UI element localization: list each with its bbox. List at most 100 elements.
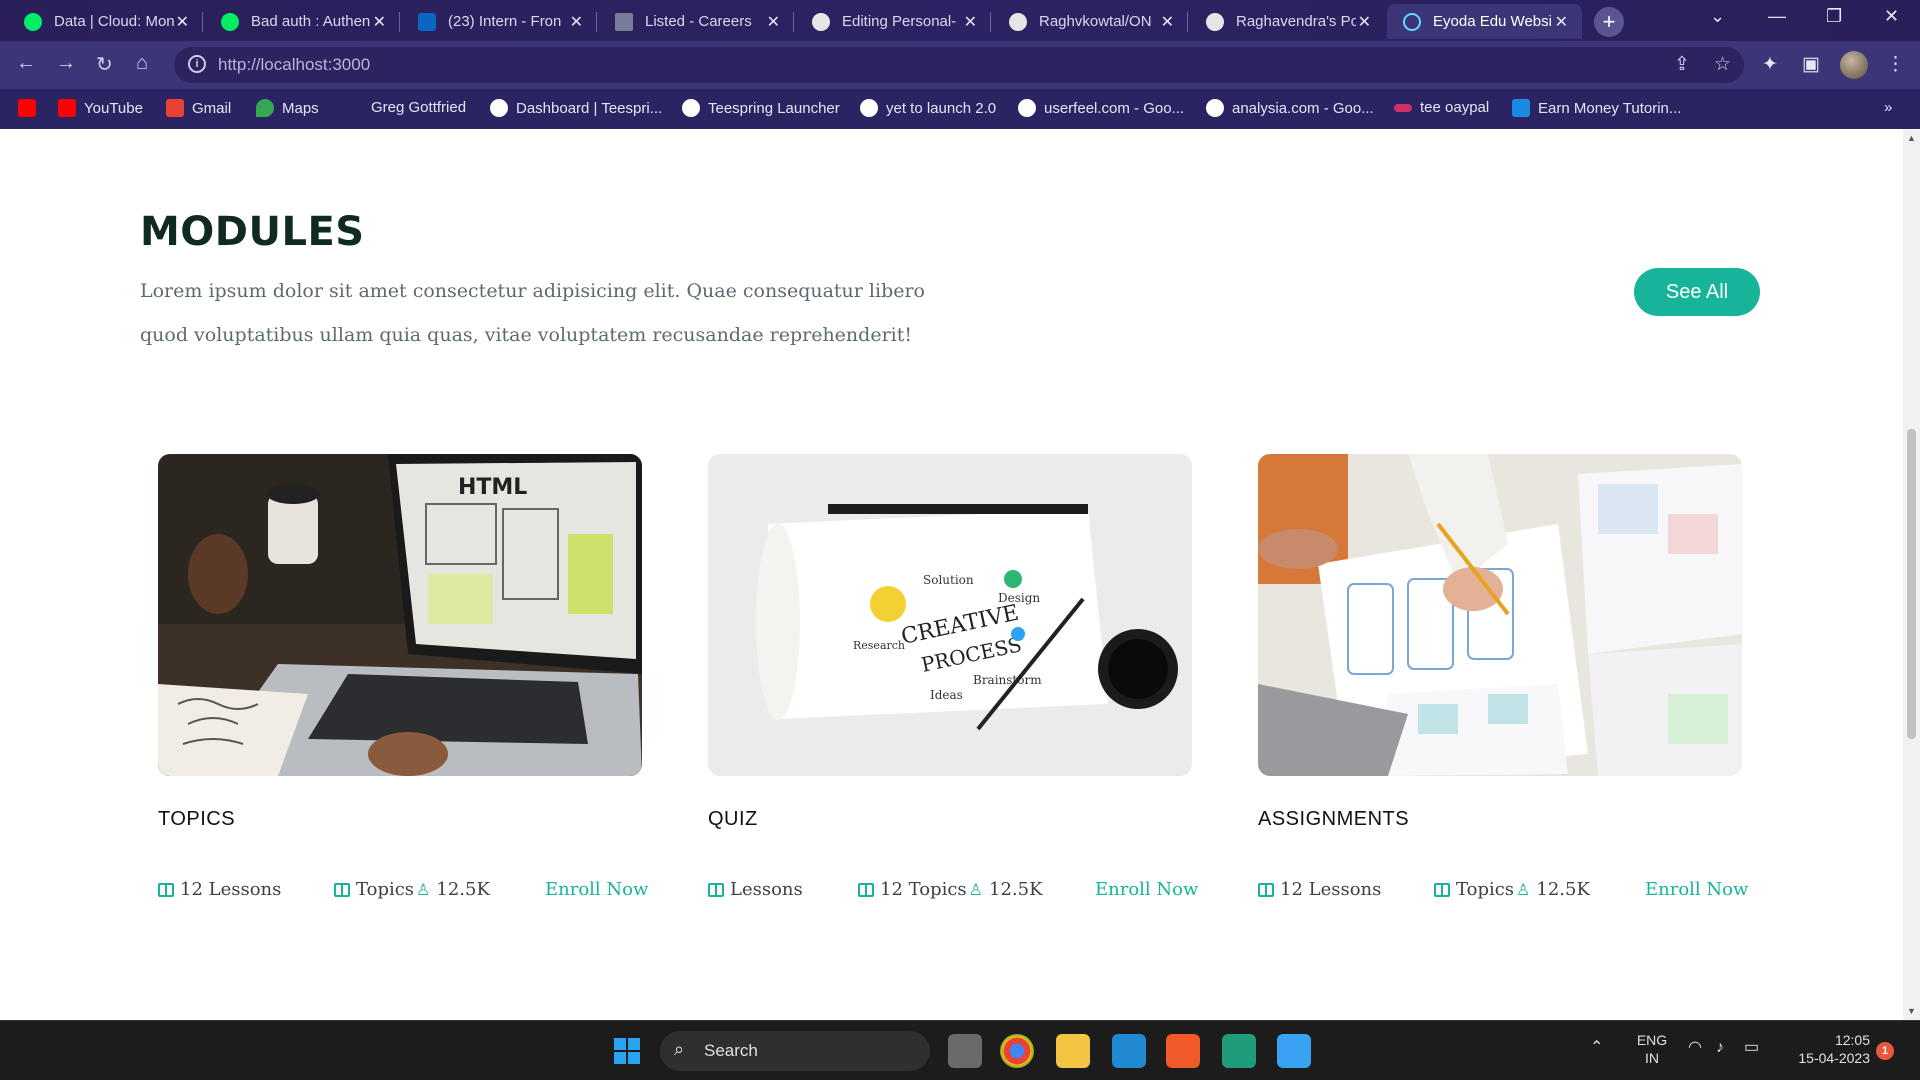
scroll-up-icon[interactable]: ▲: [1907, 133, 1916, 143]
windows-start-icon[interactable]: [614, 1038, 640, 1064]
taskbar-search[interactable]: ⌕ Search: [660, 1031, 930, 1071]
tab-search-icon[interactable]: ⌄: [1710, 6, 1725, 27]
card-title: QUIZ: [708, 808, 758, 830]
enroll-now-link[interactable]: Enroll Now: [1645, 879, 1748, 900]
clock[interactable]: 12:05 15-04-2023: [1780, 1031, 1870, 1067]
book-icon: [1258, 882, 1274, 897]
module-card-topics[interactable]: HTML TOPICS 12 Lessons Topics ♙ 12.5K Enro…: [158, 454, 648, 900]
close-tab-icon[interactable]: ✕: [964, 12, 977, 32]
forward-icon[interactable]: →: [56, 52, 76, 75]
tab-mongodb-auth[interactable]: Bad auth : Authen ✕: [205, 4, 400, 39]
file-explorer-icon[interactable]: [1056, 1034, 1090, 1068]
page-scrollbar[interactable]: ▲ ▼: [1903, 129, 1920, 1020]
extensions-icon[interactable]: ✦: [1762, 53, 1778, 76]
topics-count: 12 Topics ♙ 12.5K: [858, 879, 1043, 900]
tab-github-editing[interactable]: Editing Personal- ✕: [796, 4, 991, 39]
close-tab-icon[interactable]: ✕: [1358, 12, 1371, 32]
bookmark-youtube-shortcut[interactable]: [18, 99, 44, 117]
close-tab-icon[interactable]: ✕: [570, 12, 583, 32]
enroll-now-link[interactable]: Enroll Now: [1095, 879, 1198, 900]
close-tab-icon[interactable]: ✕: [1555, 12, 1568, 32]
bookmark-teespring-launcher[interactable]: Teespring Launcher: [682, 99, 840, 117]
close-tab-icon[interactable]: ✕: [767, 12, 780, 32]
photos-icon[interactable]: [1277, 1034, 1311, 1068]
windows-taskbar: ⌕ Search ⌃ ENG IN ◠ ♪ ▭ 12:05 15-04-2023…: [0, 1020, 1920, 1080]
task-view-icon[interactable]: [948, 1034, 982, 1068]
svg-text:Solution: Solution: [923, 573, 974, 587]
tab-portfolio[interactable]: Raghavendra's Po ✕: [1190, 4, 1385, 39]
lessons-count: 12 Lessons: [158, 879, 281, 900]
tee-icon: [1394, 103, 1412, 112]
omnibox[interactable]: i http://localhost:3000 ⇪ ☆: [174, 47, 1744, 83]
skillshare-icon: [1512, 99, 1530, 117]
user-icon: ♙: [968, 880, 984, 899]
chatgpt-icon[interactable]: [1222, 1034, 1256, 1068]
side-panel-icon[interactable]: ▣: [1802, 53, 1820, 76]
tab-github-repo[interactable]: Raghvkowtal/ON ✕: [993, 4, 1188, 39]
bookmark-yet-to-launch[interactable]: yet to launch 2.0: [860, 99, 996, 117]
minimize-icon[interactable]: —: [1768, 6, 1786, 27]
book-icon: [334, 882, 350, 897]
url-text[interactable]: http://localhost:3000: [218, 55, 370, 75]
module-card-assignments[interactable]: ASSIGNMENTS 12 Lessons Topics ♙ 12.5K Enro…: [1258, 454, 1748, 900]
github-icon: [1009, 12, 1027, 31]
youtube-icon: [18, 99, 36, 117]
lessons-count: 12 Lessons: [1258, 879, 1381, 900]
see-all-button[interactable]: See All: [1634, 268, 1760, 316]
bookmark-userfeel[interactable]: userfeel.com - Goo...: [1018, 99, 1184, 117]
bookmark-gmail[interactable]: Gmail: [166, 99, 231, 117]
bookmark-analysia[interactable]: analysia.com - Goo...: [1206, 99, 1374, 117]
tab-eyoda-edu[interactable]: Eyoda Edu Websi ✕: [1387, 4, 1582, 39]
close-tab-icon[interactable]: ✕: [1161, 12, 1174, 32]
show-hidden-icons-chevron-icon[interactable]: ⌃: [1590, 1039, 1603, 1057]
bookmark-teespring-dashboard[interactable]: Dashboard | Teespri...: [490, 99, 662, 117]
tab-mongodb-data[interactable]: Data | Cloud: Mon ✕: [8, 4, 203, 39]
home-icon[interactable]: ⌂: [136, 52, 148, 75]
card-title: TOPICS: [158, 808, 236, 830]
teespring-icon: [490, 99, 508, 117]
svg-text:Design: Design: [998, 591, 1040, 605]
bookmark-greg-gottfried[interactable]: Greg Gottfried: [371, 99, 466, 116]
tab-listed-careers[interactable]: Listed - Careers ✕: [599, 4, 794, 39]
chrome-icon[interactable]: [1000, 1034, 1034, 1068]
battery-icon[interactable]: ▭: [1744, 1039, 1759, 1057]
bookmark-tee-oaypal[interactable]: tee oaypal: [1394, 99, 1489, 116]
wireframe-drawing-image: [1258, 454, 1742, 776]
language-indicator[interactable]: ENG IN: [1632, 1031, 1672, 1067]
new-tab-button[interactable]: +: [1594, 7, 1624, 37]
bookmark-maps[interactable]: Maps: [256, 99, 319, 117]
volume-icon[interactable]: ♪: [1716, 1039, 1724, 1057]
scroll-down-icon[interactable]: ▼: [1907, 1006, 1916, 1016]
share-icon[interactable]: ⇪: [1674, 53, 1690, 76]
page-content: MODULES Lorem ipsum dolor sit amet conse…: [0, 129, 1920, 1020]
bookmark-youtube[interactable]: YouTube: [58, 99, 143, 117]
reload-icon[interactable]: ↻: [96, 52, 113, 77]
back-icon[interactable]: ←: [16, 52, 36, 75]
card-meta: Lessons 12 Topics ♙ 12.5K Enroll Now: [708, 879, 1198, 909]
scrollbar-thumb[interactable]: [1907, 429, 1916, 739]
brave-icon[interactable]: [1166, 1034, 1200, 1068]
close-tab-icon[interactable]: ✕: [373, 12, 386, 32]
close-window-icon[interactable]: ✕: [1884, 6, 1899, 27]
bookmark-star-icon[interactable]: ☆: [1714, 53, 1731, 76]
google-icon: [1018, 99, 1036, 117]
module-card-quiz[interactable]: CREATIVE PROCESS Solution Design Researc…: [708, 454, 1198, 900]
close-tab-icon[interactable]: ✕: [176, 12, 189, 32]
restore-icon[interactable]: ❐: [1826, 6, 1842, 27]
maps-pin-icon: [256, 99, 274, 117]
user-icon: ♙: [1516, 880, 1531, 899]
enroll-now-link[interactable]: Enroll Now: [545, 879, 648, 900]
bookmark-earn-money[interactable]: Earn Money Tutorin...: [1512, 99, 1681, 117]
tab-linkedin[interactable]: (23) Intern - Fron ✕: [402, 4, 597, 39]
site-info-icon[interactable]: i: [188, 55, 206, 73]
notification-badge[interactable]: 1: [1876, 1042, 1894, 1060]
avatar[interactable]: [1840, 51, 1868, 79]
menu-kebab-icon[interactable]: ⋮: [1886, 53, 1905, 76]
svg-text:Research: Research: [853, 639, 905, 652]
laptop-image: HTML: [158, 454, 642, 776]
wifi-icon[interactable]: ◠: [1688, 1039, 1702, 1057]
more-bookmarks-icon[interactable]: »: [1884, 99, 1892, 116]
page-title: MODULES: [140, 209, 365, 255]
lessons-count: Lessons: [708, 879, 803, 900]
vscode-icon[interactable]: [1112, 1034, 1146, 1068]
